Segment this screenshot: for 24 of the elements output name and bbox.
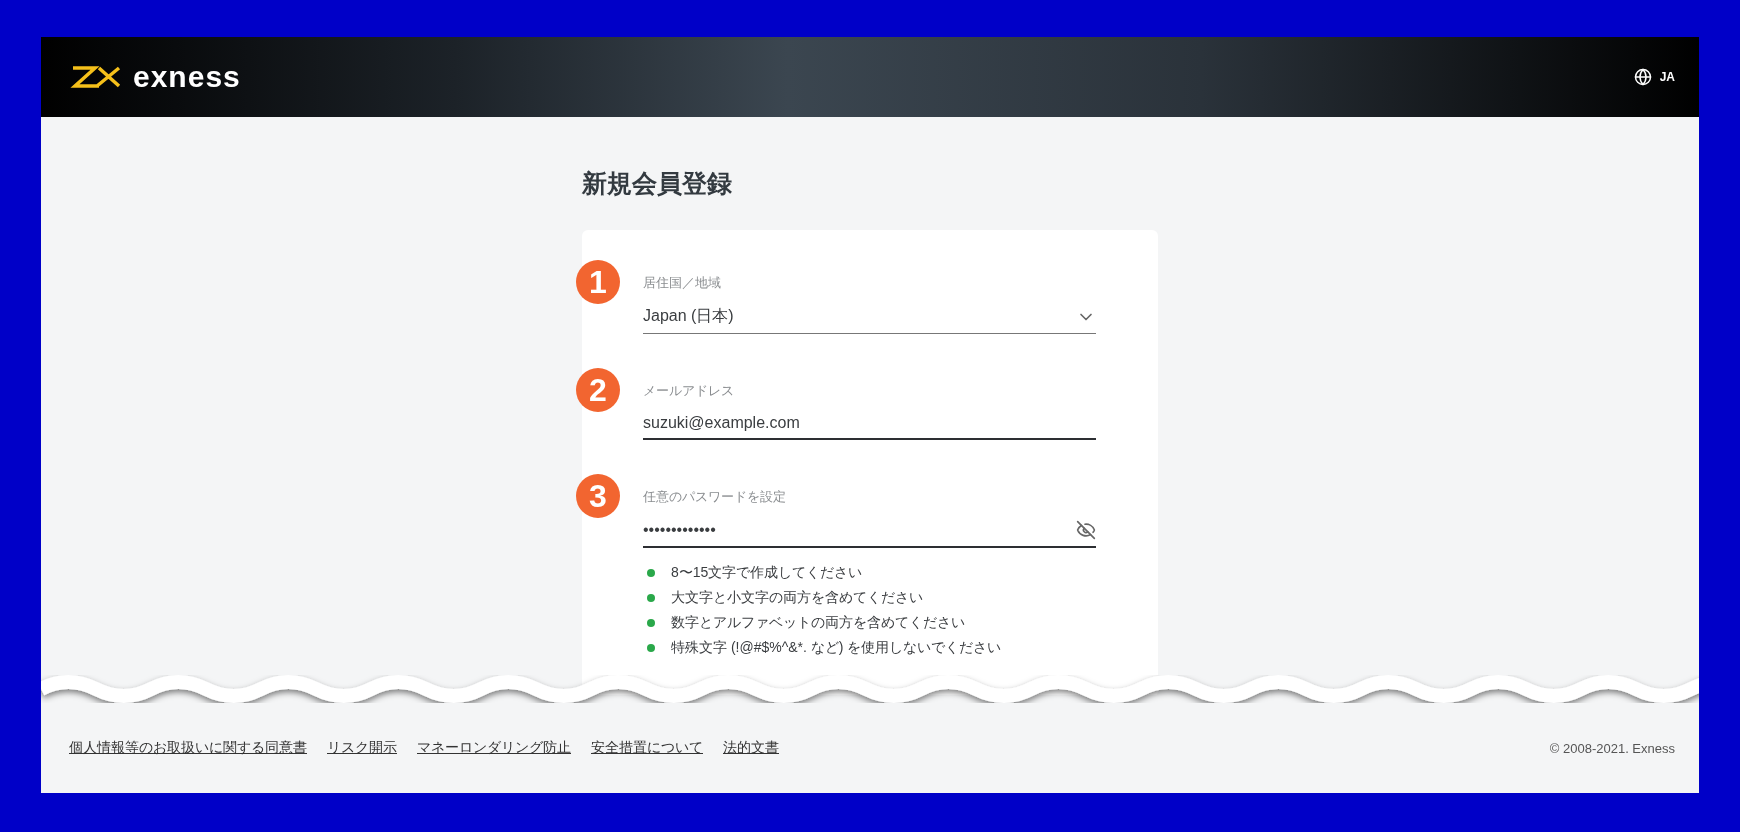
logo-text: exness — [133, 60, 241, 94]
field-label: メールアドレス — [643, 382, 735, 400]
rule-text: 数字とアルファベットの両方を含めてください — [671, 614, 965, 632]
country-select[interactable]: Japan (日本) — [643, 306, 1096, 334]
field-label: 居住国／地域 — [643, 274, 722, 292]
field-label: 任意のパスワードを設定 — [643, 488, 787, 506]
email-field[interactable]: suzuki@example.com — [643, 414, 1096, 440]
page-title: 新規会員登録 — [582, 168, 733, 199]
globe-icon — [1633, 68, 1652, 86]
footer-link[interactable]: リスク開示 — [327, 739, 397, 757]
rule-text: 特殊文字 (!@#$%^&*. など) を使用しないでください — [671, 639, 1002, 657]
step-number: 3 — [576, 474, 620, 518]
footer-link[interactable]: 個人情報等のお取扱いに関する同意書 — [69, 739, 307, 757]
eye-off-icon[interactable] — [1076, 520, 1096, 540]
footer-link[interactable]: マネーロンダリング防止 — [417, 739, 571, 757]
step-number: 2 — [576, 368, 620, 412]
copyright-text: © 2008-2021. Exness — [1549, 740, 1675, 756]
rule-text: 8〜15文字で作成してください — [671, 564, 863, 582]
password-field[interactable]: ••••••••••••• — [643, 520, 1096, 548]
footer-link[interactable]: 安全措置について — [591, 739, 703, 757]
footer-link[interactable]: 法的文書 — [723, 739, 779, 757]
step-number: 1 — [576, 260, 620, 304]
rule-text: 大文字と小文字の両方を含めてください — [671, 589, 923, 607]
language-selector[interactable]: JA — [1633, 68, 1675, 86]
